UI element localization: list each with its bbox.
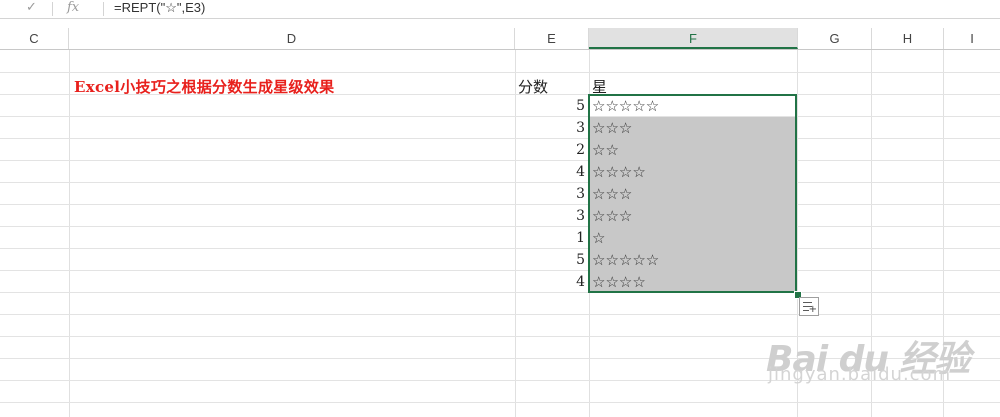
- score-cell[interactable]: 3: [515, 186, 585, 202]
- score-cell[interactable]: 4: [515, 164, 585, 180]
- baidu-watermark: Bai du 经验 jingyan.baidu.com: [766, 339, 971, 385]
- formula-bar: ✓ fx =REPT("☆",E3): [0, 0, 1000, 19]
- score-cell[interactable]: 2: [515, 142, 585, 158]
- formula-input[interactable]: =REPT("☆",E3): [114, 0, 205, 18]
- score-cell[interactable]: 1: [515, 230, 585, 246]
- check-icon[interactable]: ✓: [26, 0, 37, 18]
- column-header-e[interactable]: E: [515, 28, 589, 49]
- quick-analysis-icon[interactable]: +: [799, 297, 819, 316]
- column-header-row: C D E F G H I: [0, 28, 1000, 50]
- score-header: 分数: [518, 78, 549, 96]
- column-header-g[interactable]: G: [798, 28, 872, 49]
- column-header-f[interactable]: F: [589, 28, 798, 49]
- score-cell[interactable]: 5: [515, 98, 585, 114]
- column-header-i[interactable]: I: [944, 28, 1000, 49]
- selection-border: [588, 94, 797, 293]
- formula-bar-divider: [52, 2, 53, 16]
- column-header-d[interactable]: D: [69, 28, 515, 49]
- score-cell[interactable]: 4: [515, 274, 585, 290]
- score-cell[interactable]: 5: [515, 252, 585, 268]
- fx-icon[interactable]: fx: [67, 0, 79, 18]
- column-header-h[interactable]: H: [872, 28, 944, 49]
- score-cell[interactable]: 3: [515, 120, 585, 136]
- sheet-title: Excel小技巧之根据分数生成星级效果: [74, 78, 335, 96]
- column-header-c[interactable]: C: [0, 28, 69, 49]
- formula-bar-divider: [103, 2, 104, 16]
- score-cell[interactable]: 3: [515, 208, 585, 224]
